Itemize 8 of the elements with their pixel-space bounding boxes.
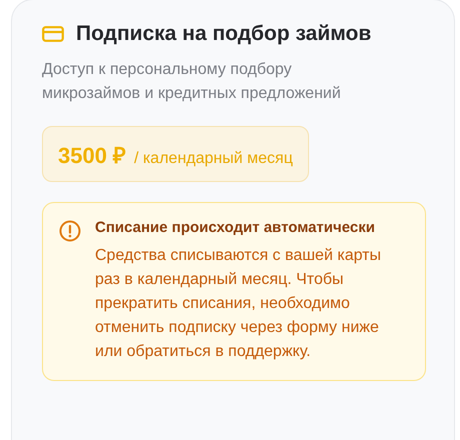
card-description: Доступ к персональному подбору микрозаймов и кредитных предложений [42,60,342,104]
notice-title: Списание происходит автоматически [95,219,376,236]
price-period: / календарный месяц [134,150,293,168]
card-title: Подписка на подбор займов [76,22,372,46]
warning-icon [59,220,81,242]
price-amount: 3500 ₽ [58,142,126,169]
credit-card-icon [42,26,64,42]
notice-text: Средства списываются с вашей карты раз в календарный месяц. Чтобы прекратить списания, необходимо отменить подписку через форму ниже или обратиться в поддержку. [95,246,382,362]
